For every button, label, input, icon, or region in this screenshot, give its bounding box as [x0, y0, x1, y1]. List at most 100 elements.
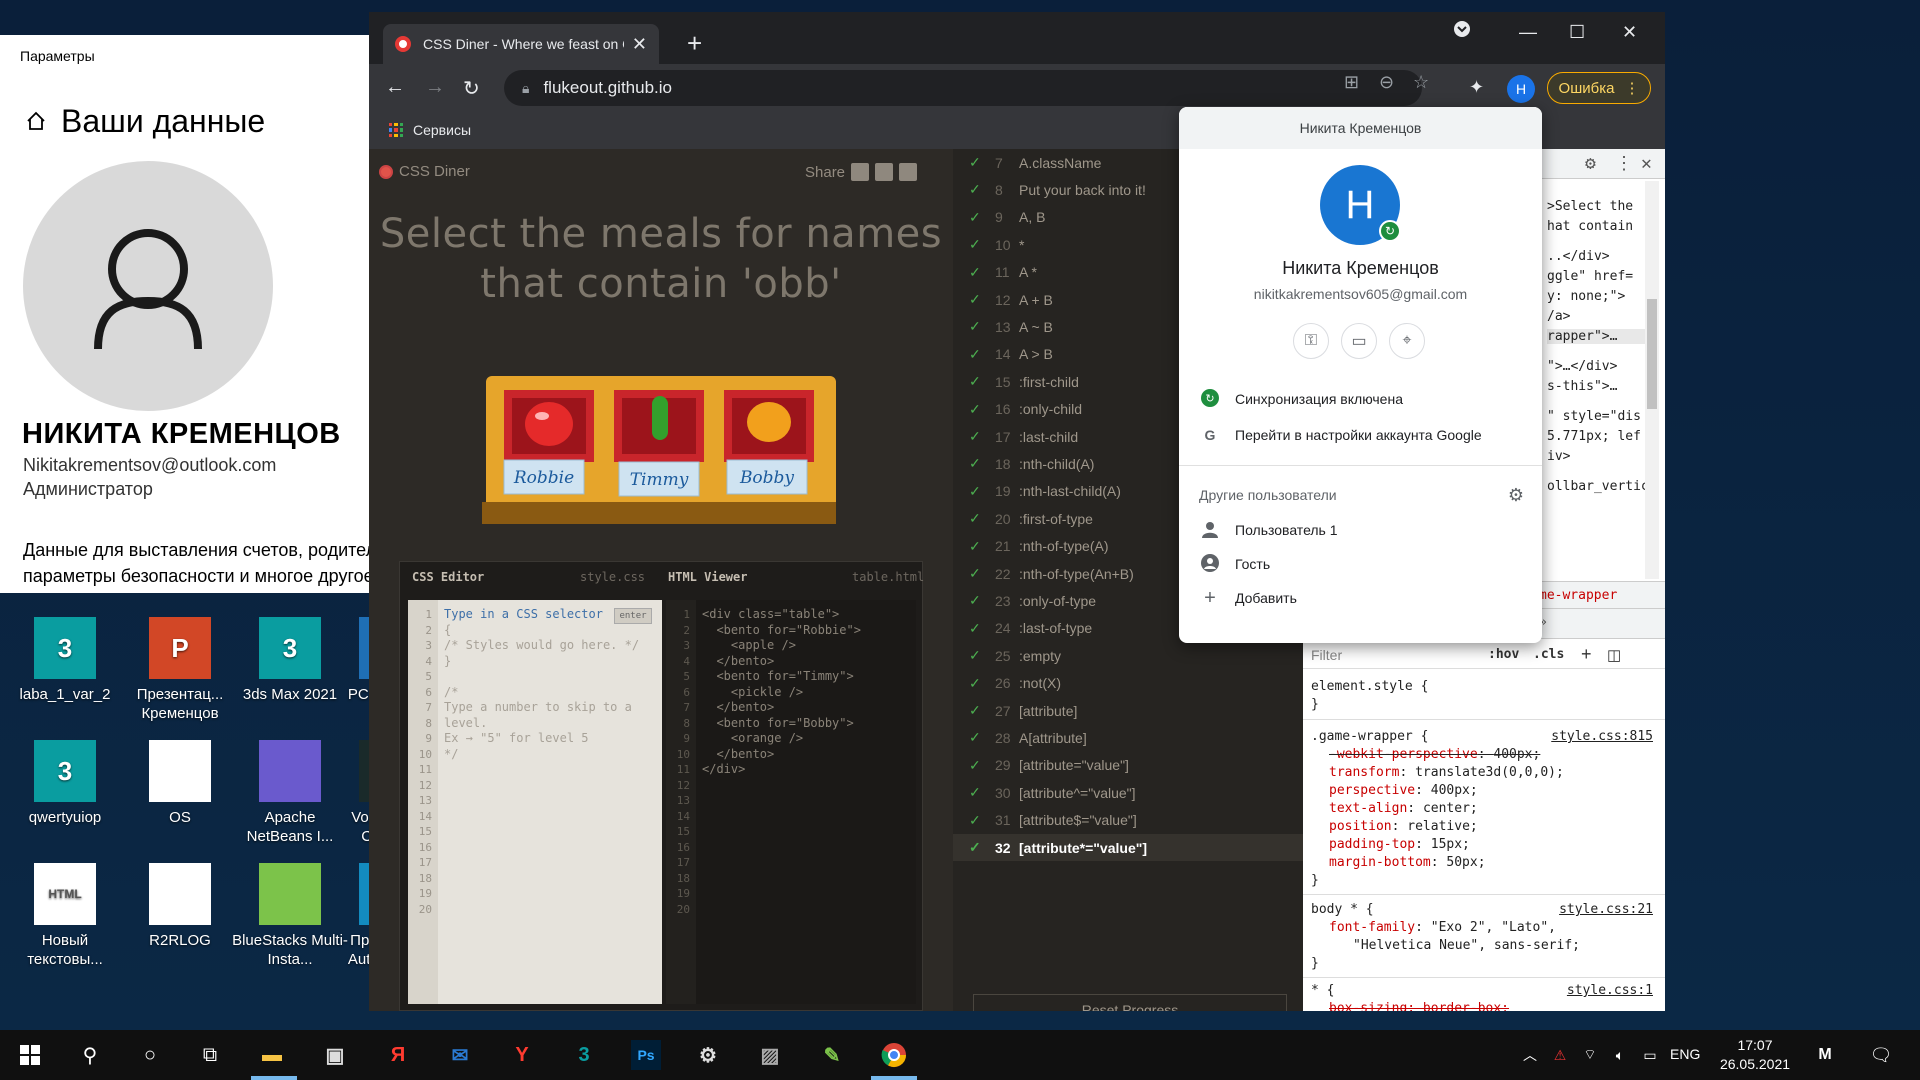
style-line[interactable]: .game-wrapper { — [1311, 729, 1428, 744]
dom-node-line[interactable]: ">…</div> — [1547, 359, 1617, 374]
style-source-link[interactable]: style.css:815 — [1551, 729, 1653, 744]
dom-node-line[interactable]: ggle" href= — [1547, 269, 1633, 284]
new-tab-button[interactable]: + — [687, 30, 702, 56]
manage-profiles-gear-icon[interactable]: ⚙ — [1508, 485, 1524, 506]
html-line[interactable]: <apple /> — [702, 638, 796, 652]
style-line[interactable]: body * { — [1311, 902, 1374, 917]
css-property[interactable]: text-align: center; — [1329, 801, 1478, 816]
dom-node-line[interactable]: y: none;"> — [1547, 289, 1625, 304]
desktop-icon[interactable]: OS — [120, 740, 240, 827]
level-item[interactable]: ✓ 30 [attribute^="value"] — [953, 779, 1303, 806]
translate-icon[interactable]: ⊞ — [1344, 72, 1359, 93]
photoshop-icon[interactable]: Ps — [631, 1040, 661, 1070]
html-line[interactable]: <pickle /> — [702, 685, 803, 699]
dom-node-line[interactable]: 5.771px; lef — [1547, 429, 1641, 444]
css-property[interactable]: font-family: "Exo 2", "Lato", — [1329, 920, 1556, 935]
bookmark-star-icon[interactable]: ☆ — [1413, 72, 1429, 93]
tab-css-diner[interactable]: CSS Diner - Where we feast on C ✕ — [383, 24, 659, 64]
level-item[interactable]: ✓ 27 [attribute] — [953, 697, 1303, 724]
twitter-share-icon[interactable] — [899, 163, 918, 181]
level-item[interactable]: ✓ 31 [attribute$="value"] — [953, 807, 1303, 834]
chrome-taskbar-icon[interactable] — [879, 1040, 909, 1070]
css-editor[interactable]: 1 2 3 4 5 6 7 8 9 10 11 12 13 14 15 16 17 18 19 20 Type in a… — [408, 600, 662, 1004]
dom-node-line[interactable]: >Select the — [1547, 199, 1633, 214]
mail-icon[interactable]: ✉ — [445, 1040, 475, 1070]
reload-button[interactable]: ↻ — [463, 76, 480, 101]
desktop-icon[interactable]: P Презентац... Кременцов — [120, 617, 240, 723]
more-icon[interactable]: ⋮ — [1615, 153, 1633, 174]
apps-shortcut[interactable]: Сервисы — [389, 122, 471, 138]
minimize-button[interactable]: — — [1519, 22, 1537, 43]
add-profile-item[interactable]: + Добавить — [1179, 580, 1542, 616]
address-bar[interactable]: 🔒︎ flukeout.github.io — [504, 70, 1422, 106]
breadcrumb-item[interactable]: me-wrapper — [1539, 588, 1617, 603]
security-alert-icon[interactable]: ⚠ — [1545, 1040, 1575, 1070]
desktop-icon[interactable]: R2RLOG — [120, 863, 240, 950]
dom-node-line[interactable]: hat contain — [1547, 219, 1633, 234]
style-line[interactable]: * { — [1311, 983, 1334, 998]
css-property[interactable]: padding-top: 15px; — [1329, 837, 1470, 852]
google-account-item[interactable]: G Перейти в настройки аккаунта Google — [1179, 417, 1542, 453]
start-windows-icon[interactable] — [15, 1040, 45, 1070]
style-source-link[interactable]: style.css:1 — [1567, 983, 1653, 998]
show-hidden-icons[interactable]: ︿ — [1515, 1040, 1545, 1070]
notifications-icon[interactable]: 🗨︎ — [1866, 1040, 1896, 1070]
html-line[interactable]: <orange /> — [702, 731, 803, 745]
dom-node-line[interactable]: " style="dis — [1547, 409, 1641, 424]
task-view-icon[interactable]: ⧉ — [195, 1040, 225, 1070]
brand[interactable]: CSS Diner — [379, 163, 470, 180]
forward-button[interactable]: → — [425, 76, 445, 99]
facebook-share-icon[interactable] — [875, 163, 894, 181]
addresses-pin-icon[interactable]: ⌖ — [1389, 323, 1425, 359]
html-line[interactable]: </bento> — [702, 654, 774, 668]
add-rule-icon[interactable]: + — [1581, 644, 1592, 665]
cls-toggle[interactable]: .cls — [1533, 647, 1564, 662]
dom-node-line[interactable]: iv> — [1547, 449, 1570, 464]
close-window-button[interactable]: ✕ — [1622, 22, 1637, 43]
error-button[interactable]: Ошибка ⋮ — [1547, 72, 1651, 104]
bento-robbie[interactable] — [504, 390, 594, 462]
photos-icon[interactable]: ▨ — [755, 1040, 785, 1070]
pickle[interactable] — [652, 396, 668, 440]
yandex-icon[interactable]: Я — [383, 1040, 413, 1070]
dom-node-line[interactable]: rapper">… — [1547, 329, 1647, 344]
html-line[interactable]: <bento for="Robbie"> — [702, 623, 861, 637]
user1-item[interactable]: Пользователь 1 — [1179, 512, 1542, 548]
style-source-link[interactable]: style.css:21 — [1559, 902, 1653, 917]
home-icon[interactable] — [25, 103, 47, 140]
level-item[interactable]: ✓ 32 [attribute*="value"] — [953, 834, 1303, 861]
css-property[interactable]: -webkit-perspective: 400px; — [1329, 747, 1540, 762]
clock[interactable]: 17:07 26.05.2021 — [1710, 1036, 1800, 1074]
wifi-icon[interactable]: ⌔ — [1575, 1040, 1605, 1070]
level-item[interactable]: ✓ 29 [attribute="value"] — [953, 752, 1303, 779]
css-property[interactable]: perspective: 400px; — [1329, 783, 1478, 798]
desktop-icon[interactable]: 3 laba_1_var_2 — [5, 617, 125, 704]
html-line[interactable]: <bento for="Timmy"> — [702, 669, 853, 683]
lock-icon[interactable]: 🔒︎ — [522, 80, 529, 97]
level-item[interactable]: ✓ 26:not(X) — [953, 670, 1303, 697]
payment-card-icon[interactable]: ▭ — [1341, 323, 1377, 359]
settings-gear-icon[interactable]: ⚙ — [693, 1040, 723, 1070]
close-devtools-icon[interactable]: ✕ — [1641, 153, 1652, 174]
styles-filter[interactable]: Filter :hov .cls + ◫ — [1303, 641, 1665, 669]
toggle-sidebar-icon[interactable]: ◫ — [1607, 646, 1621, 664]
orange[interactable] — [747, 402, 791, 442]
language-indicator[interactable]: ENG — [1670, 1046, 1700, 1062]
css-input[interactable]: Type in a CSS selector — [444, 607, 603, 621]
volume-icon[interactable]: 🔈︎ — [1605, 1040, 1635, 1070]
css-property[interactable]: position: relative; — [1329, 819, 1478, 834]
pc-manager-tray-icon[interactable]: M — [1810, 1040, 1840, 1070]
bento-bobby[interactable] — [724, 390, 814, 462]
level-item[interactable]: ✓ 28 A[attribute] — [953, 724, 1303, 751]
passwords-key-icon[interactable]: ⚿ — [1293, 323, 1329, 359]
style-line[interactable]: element.style { — [1311, 679, 1428, 694]
html-line[interactable]: <div class="table"> — [702, 607, 839, 621]
store-icon[interactable]: ▣ — [320, 1040, 350, 1070]
email-share-icon[interactable] — [851, 163, 870, 181]
style-line[interactable]: box-sizing: border-box; — [1329, 1001, 1509, 1011]
hov-toggle[interactable]: :hov — [1488, 647, 1519, 662]
dom-node-line[interactable]: /a> — [1547, 309, 1570, 324]
close-tab-icon[interactable]: ✕ — [632, 34, 647, 55]
apple[interactable] — [525, 402, 573, 446]
sync-enabled-item[interactable]: ↻ Синхронизация включена — [1179, 381, 1542, 417]
